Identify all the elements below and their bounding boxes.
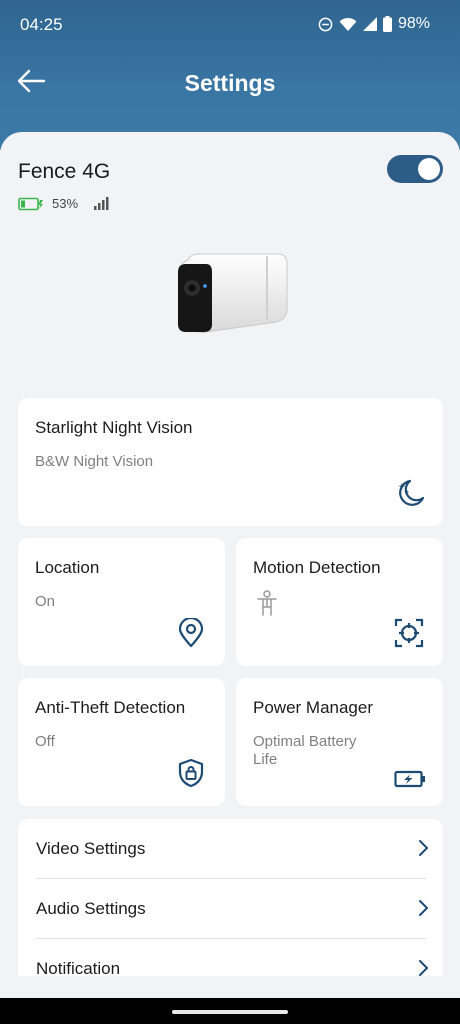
cell-signal-icon (362, 17, 377, 31)
toggle-knob (418, 158, 440, 180)
list-item-label: Video Settings (36, 839, 146, 858)
battery-icon (382, 16, 392, 32)
device-status: 53% (18, 196, 110, 211)
shield-lock-icon (178, 758, 204, 788)
battery-charging-icon (394, 770, 425, 788)
battery-charging-icon (18, 197, 43, 210)
status-icons: 98% (318, 15, 430, 33)
list-item-audio-settings[interactable]: Audio Settings (18, 879, 443, 939)
location-title: Location (35, 558, 100, 577)
chevron-right-icon (419, 840, 428, 856)
wifi-icon (339, 17, 357, 31)
moon-stars-icon (398, 479, 425, 506)
chevron-right-icon (419, 900, 428, 916)
location-value: On (35, 593, 56, 610)
app-header: Settings (0, 58, 460, 108)
anti-theft-value: Off (35, 733, 55, 750)
map-pin-icon (178, 618, 204, 648)
settings-sheet: Fence 4G 53% Starlight Night Vision B&W … (0, 132, 460, 976)
list-item-notification[interactable]: Notification (18, 939, 443, 976)
location-card[interactable]: Location On (18, 538, 225, 666)
settings-list: Video Settings Audio Settings Notificati… (18, 819, 443, 976)
anti-theft-title: Anti-Theft Detection (35, 698, 186, 717)
night-vision-title: Starlight Night Vision (35, 418, 193, 437)
power-manager-value: Optimal Battery Life (253, 733, 357, 768)
home-gesture-handle[interactable] (172, 1010, 288, 1014)
list-item-label: Notification (36, 959, 121, 976)
top-bar: 04:25 98% Settings (0, 0, 460, 150)
system-nav-bar (0, 998, 460, 1024)
anti-theft-card[interactable]: Anti-Theft Detection Off (18, 678, 225, 806)
status-bar: 04:25 98% (0, 0, 460, 50)
status-battery-percent: 98% (397, 15, 430, 32)
power-manager-card[interactable]: Power Manager Optimal Battery Life (236, 678, 443, 806)
night-vision-value: B&W Night Vision (35, 453, 154, 470)
do-not-disturb-icon (318, 17, 333, 31)
status-time: 04:25 (20, 15, 63, 34)
person-icon (257, 590, 277, 616)
signal-strength-icon (94, 197, 109, 210)
page-title: Settings (184, 70, 276, 96)
motion-detection-title: Motion Detection (253, 558, 381, 577)
device-name: Fence 4G (18, 160, 111, 183)
motion-detection-card[interactable]: Motion Detection (236, 538, 443, 666)
device-battery-percent: 53% (52, 196, 79, 211)
list-item-video-settings[interactable]: Video Settings (18, 819, 443, 879)
list-item-label: Audio Settings (36, 899, 146, 918)
power-manager-title: Power Manager (253, 698, 374, 717)
device-power-toggle[interactable] (387, 155, 443, 183)
camera-image (178, 253, 288, 333)
chevron-right-icon (419, 960, 428, 976)
crosshair-icon (394, 618, 424, 648)
night-vision-card[interactable]: Starlight Night Vision B&W Night Vision (18, 398, 443, 526)
